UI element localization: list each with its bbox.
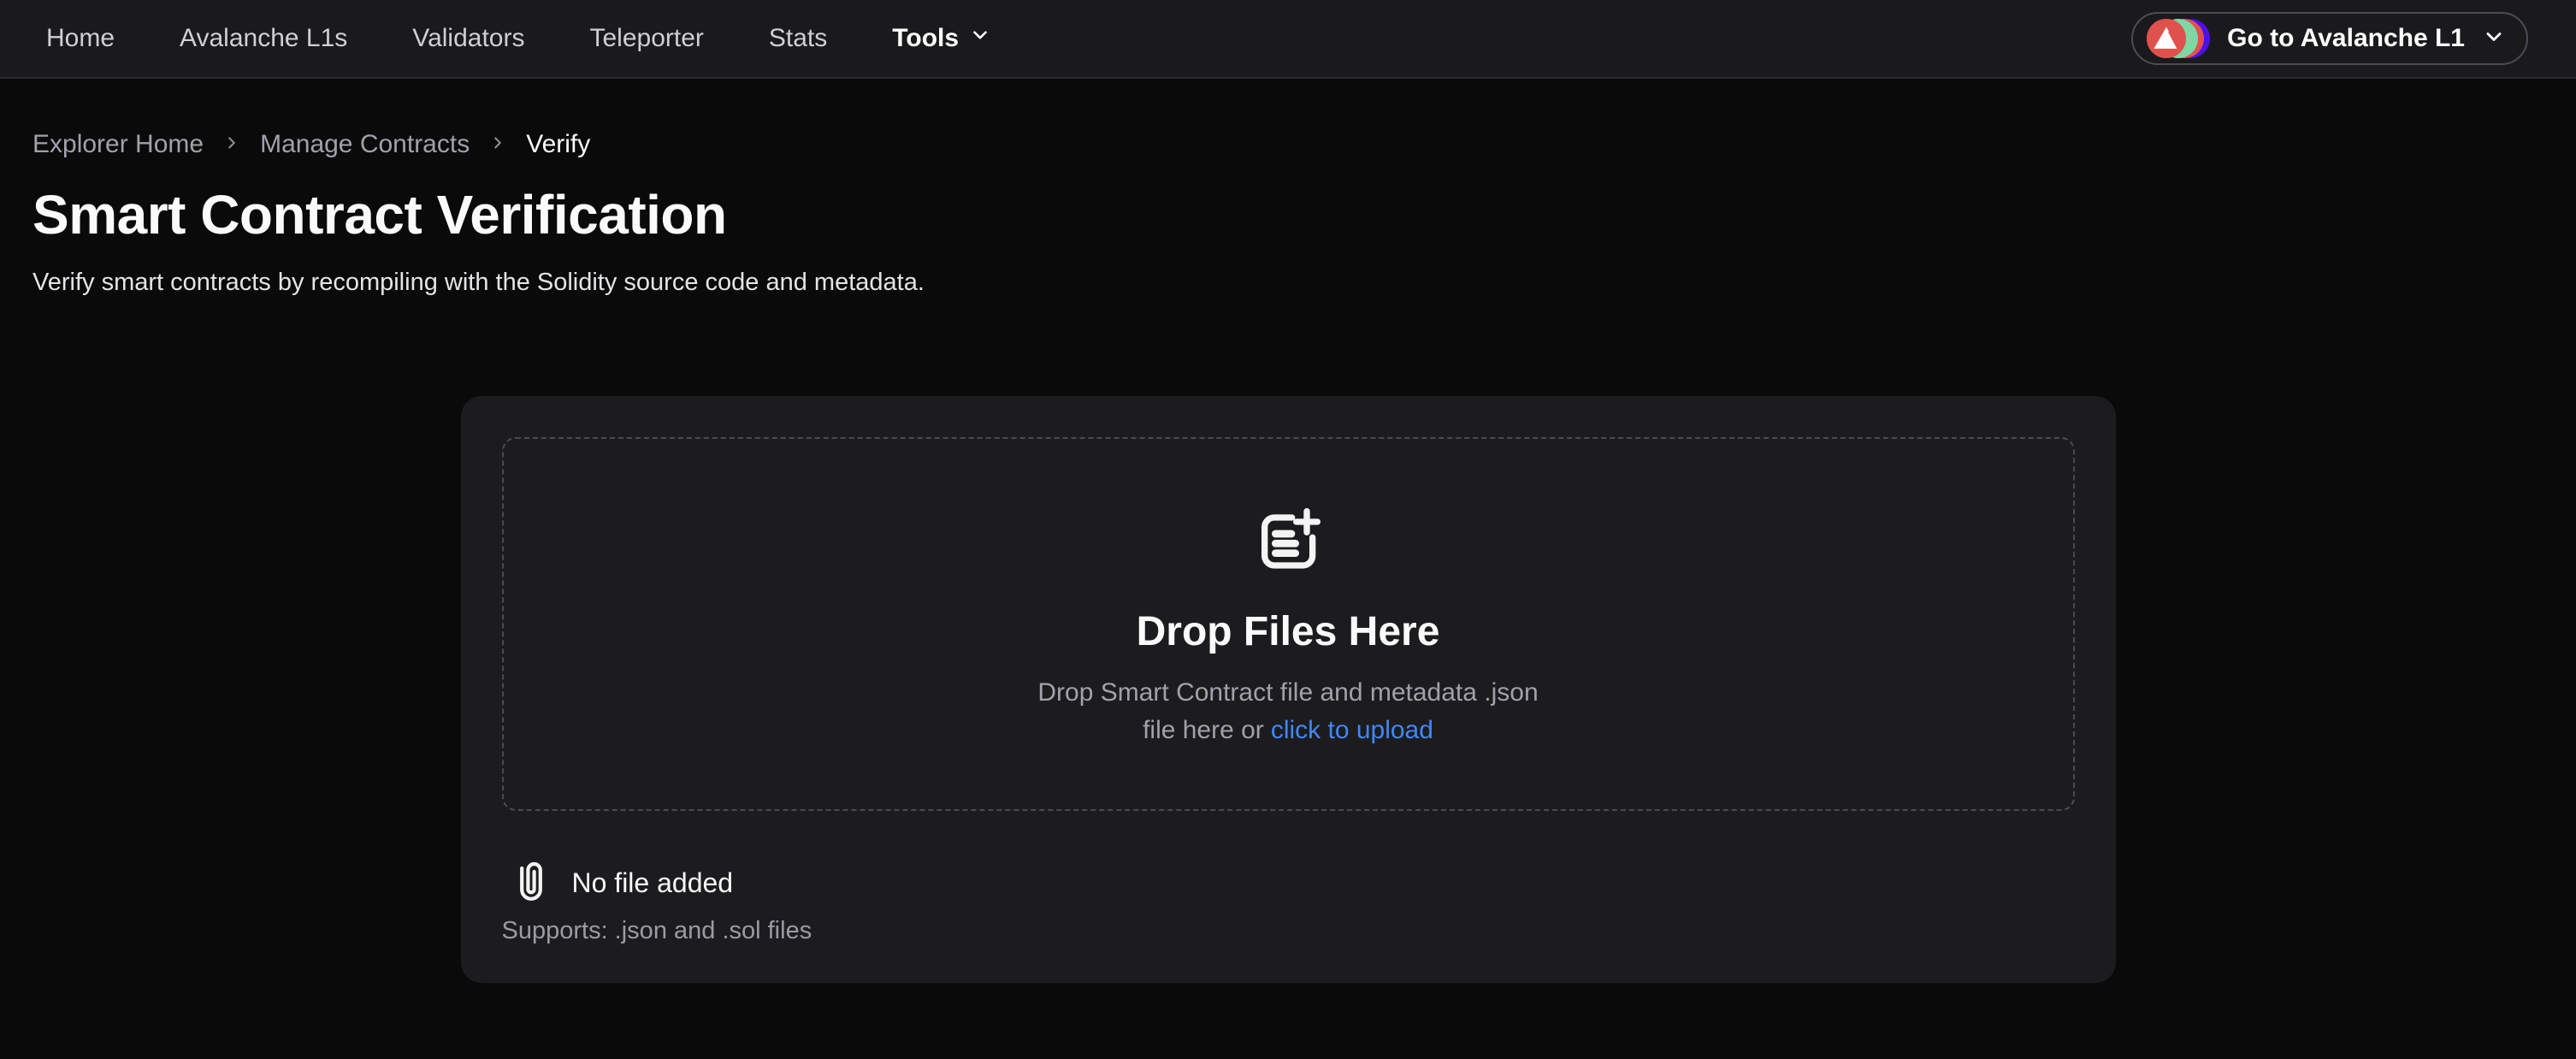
document-plus-icon [1254,507,1322,576]
file-dropzone[interactable]: Drop Files Here Drop Smart Contract file… [502,437,2075,811]
dropzone-description: Drop Smart Contract file and metadata .j… [1037,674,1538,749]
avalanche-logo-icon [2147,19,2186,58]
chevron-down-icon [969,24,991,53]
breadcrumb-current-verify: Verify [526,130,590,159]
page-title: Smart Contract Verification [32,183,2544,246]
nav-item-validators[interactable]: Validators [412,24,524,53]
click-to-upload-link[interactable]: click to upload [1271,716,1433,744]
breadcrumb: Explorer Home Manage Contracts Verify [32,130,2544,159]
paperclip-icon [517,861,545,905]
chevron-down-icon [2482,25,2506,53]
nav-item-tools[interactable]: Tools [892,24,991,53]
chevron-right-icon [488,130,507,159]
dropzone-description-line1: Drop Smart Contract file and metadata .j… [1037,678,1538,707]
breadcrumb-explorer-home[interactable]: Explorer Home [32,130,204,159]
dropzone-description-line2: file here or [1143,716,1264,744]
file-supports-note: Supports: .json and .sol files [502,917,2075,945]
chain-logo-stack [2147,19,2210,58]
file-status-label: No file added [572,867,734,899]
nav-item-stats[interactable]: Stats [769,24,827,53]
nav-item-avalanche-l1s[interactable]: Avalanche L1s [180,24,347,53]
breadcrumb-manage-contracts[interactable]: Manage Contracts [260,130,470,159]
top-nav: Home Avalanche L1s Validators Teleporter… [0,0,2576,79]
page-subtitle: Verify smart contracts by recompiling wi… [32,269,2544,297]
chevron-right-icon [222,130,241,159]
nav-tools-label: Tools [892,24,959,53]
go-to-avalanche-l1-button[interactable]: Go to Avalanche L1 [2131,12,2528,65]
dropzone-heading: Drop Files Here [1137,608,1440,655]
main-content: Explorer Home Manage Contracts Verify Sm… [0,130,2576,983]
chain-button-label: Go to Avalanche L1 [2227,24,2465,53]
file-status-row: No file added [502,861,2075,905]
nav-item-teleporter[interactable]: Teleporter [589,24,703,53]
nav-items: Home Avalanche L1s Validators Teleporter… [46,24,827,53]
file-info-section: No file added Supports: .json and .sol f… [502,861,2075,945]
verification-card: Drop Files Here Drop Smart Contract file… [461,396,2116,983]
nav-item-home[interactable]: Home [46,24,115,53]
